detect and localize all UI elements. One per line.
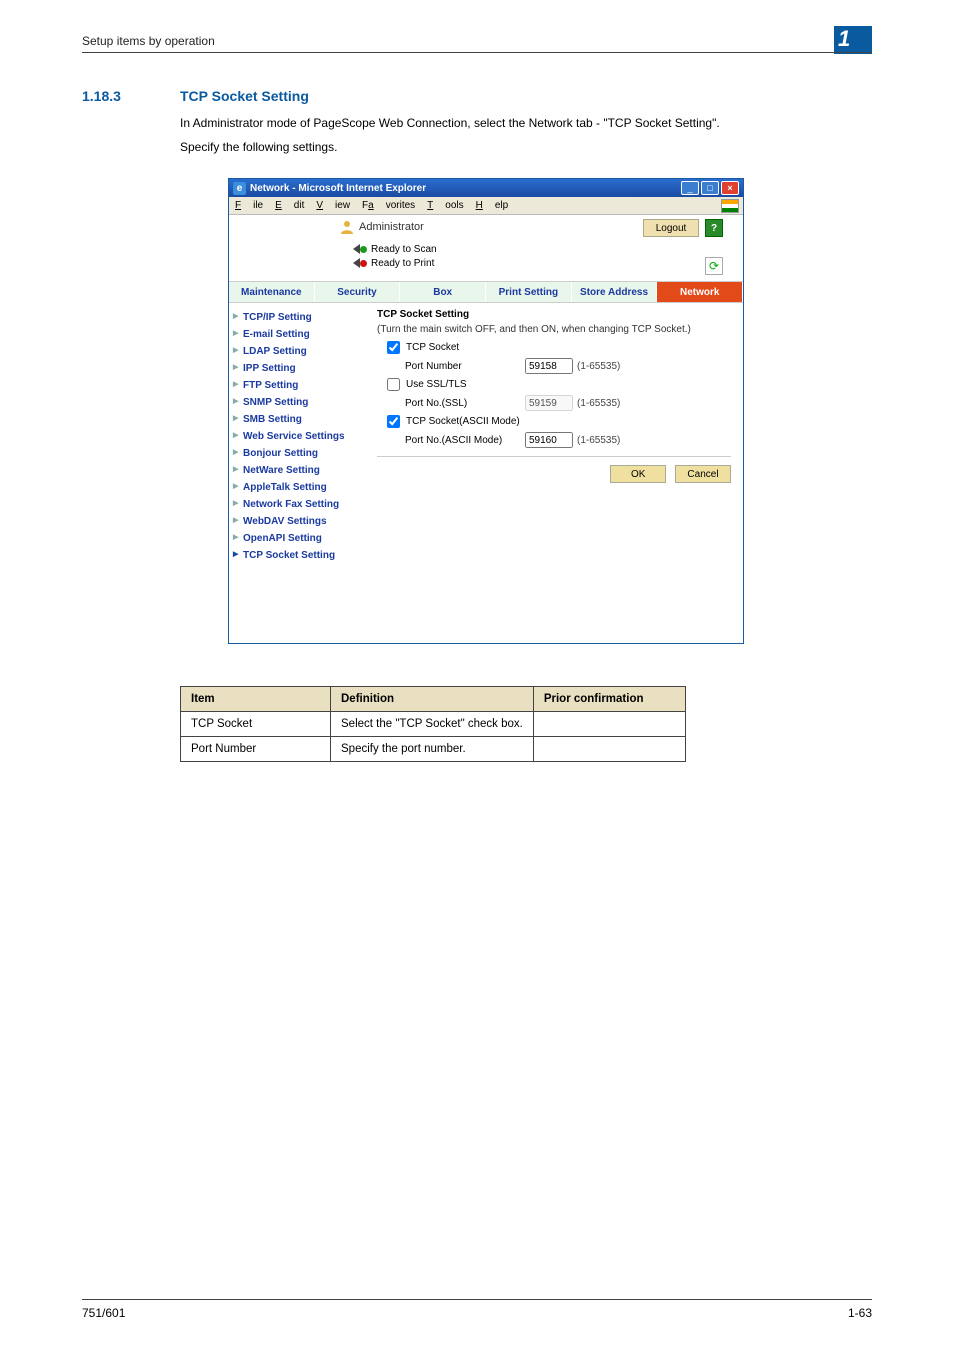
port-number-label: Port Number [405, 361, 525, 372]
td-prior-2 [533, 737, 685, 762]
window-titlebar: e Network - Microsoft Internet Explorer … [229, 179, 743, 197]
nav-netfax[interactable]: Network Fax Setting [233, 496, 369, 513]
tcp-socket-label: TCP Socket [406, 342, 459, 353]
tab-maintenance[interactable]: Maintenance [229, 282, 315, 302]
tab-network[interactable]: Network [657, 282, 743, 302]
side-nav: TCP/IP Setting E-mail Setting LDAP Setti… [233, 309, 369, 564]
header-rule [82, 52, 872, 53]
cancel-button[interactable]: Cancel [675, 465, 731, 483]
use-ssl-checkbox[interactable] [387, 378, 400, 391]
print-status-icon [353, 257, 367, 269]
menu-bar: File Edit View Favorites Tools Help [229, 197, 743, 215]
port-ssl-label: Port No.(SSL) [405, 398, 525, 409]
admin-mode-label: Administrator [359, 221, 424, 233]
table-row: TCP Socket Select the "TCP Socket" check… [181, 712, 686, 737]
menu-view[interactable]: View [316, 200, 350, 211]
panel-note: (Turn the main switch OFF, and then ON, … [377, 324, 731, 335]
nav-smb[interactable]: SMB Setting [233, 411, 369, 428]
tcp-socket-checkbox[interactable] [387, 341, 400, 354]
td-prior-1 [533, 712, 685, 737]
menu-tools[interactable]: Tools [427, 200, 463, 211]
nav-tcpip[interactable]: TCP/IP Setting [233, 309, 369, 326]
menu-help[interactable]: Help [476, 200, 509, 211]
refresh-button[interactable]: ⟳ [705, 257, 723, 275]
footer-rule [82, 1299, 872, 1300]
tab-print-setting[interactable]: Print Setting [486, 282, 572, 302]
menu-edit[interactable]: Edit [275, 200, 304, 211]
close-button[interactable]: × [721, 181, 739, 195]
section-title: TCP Socket Setting [180, 88, 309, 104]
port-ascii-range: (1-65535) [577, 435, 620, 446]
status-area: Ready to Scan Ready to Print [353, 243, 437, 271]
tab-bar: Maintenance Security Box Print Setting S… [229, 281, 743, 303]
chapter-badge: 1 [834, 26, 872, 54]
print-status-text: Ready to Print [371, 258, 434, 269]
port-ascii-input[interactable] [525, 432, 573, 448]
panel-title: TCP Socket Setting [377, 309, 731, 320]
th-item: Item [181, 687, 331, 712]
td-item-2: Port Number [181, 737, 331, 762]
chapter-number: 1 [838, 26, 850, 52]
table-row: Port Number Specify the port number. [181, 737, 686, 762]
paragraph-1: In Administrator mode of PageScope Web C… [180, 114, 872, 132]
logout-button[interactable]: Logout [643, 219, 699, 237]
td-def-1: Select the "TCP Socket" check box. [331, 712, 534, 737]
port-number-range: (1-65535) [577, 361, 620, 372]
tab-box[interactable]: Box [400, 282, 486, 302]
nav-ldap[interactable]: LDAP Setting [233, 343, 369, 360]
th-prior: Prior confirmation [533, 687, 685, 712]
footer-model: 751/601 [82, 1306, 125, 1320]
admin-icon [339, 219, 355, 235]
nav-tcpsocket[interactable]: TCP Socket Setting [233, 547, 369, 564]
tcp-ascii-label: TCP Socket(ASCII Mode) [406, 416, 520, 427]
use-ssl-label: Use SSL/TLS [406, 379, 467, 390]
nav-ftp[interactable]: FTP Setting [233, 377, 369, 394]
nav-webdav[interactable]: WebDAV Settings [233, 513, 369, 530]
tcp-ascii-checkbox[interactable] [387, 415, 400, 428]
paragraph-2: Specify the following settings. [180, 138, 872, 156]
section-number: 1.18.3 [82, 88, 121, 104]
tab-store-address[interactable]: Store Address [572, 282, 658, 302]
nav-ipp[interactable]: IPP Setting [233, 360, 369, 377]
th-definition: Definition [331, 687, 534, 712]
nav-appletalk[interactable]: AppleTalk Setting [233, 479, 369, 496]
nav-netware[interactable]: NetWare Setting [233, 462, 369, 479]
td-def-2: Specify the port number. [331, 737, 534, 762]
nav-snmp[interactable]: SNMP Setting [233, 394, 369, 411]
ie-icon: e [233, 182, 246, 195]
running-header: Setup items by operation [82, 34, 215, 48]
settings-table: Item Definition Prior confirmation TCP S… [180, 686, 686, 762]
maximize-button[interactable]: □ [701, 181, 719, 195]
port-ascii-label: Port No.(ASCII Mode) [405, 435, 525, 446]
footer-page: 1-63 [848, 1306, 872, 1320]
ie-throbber-icon [721, 199, 739, 213]
scan-status-icon [353, 243, 367, 255]
port-ssl-input[interactable] [525, 395, 573, 411]
help-button[interactable]: ? [705, 219, 723, 237]
nav-email[interactable]: E-mail Setting [233, 326, 369, 343]
minimize-button[interactable]: _ [681, 181, 699, 195]
settings-panel: TCP Socket Setting (Turn the main switch… [377, 309, 731, 483]
port-ssl-range: (1-65535) [577, 398, 620, 409]
panel-divider [377, 456, 731, 457]
menu-file[interactable]: File [235, 200, 263, 211]
window-content: Administrator Logout ? Ready to Scan Rea… [229, 215, 743, 643]
window-title: Network - Microsoft Internet Explorer [250, 183, 679, 194]
nav-openapi[interactable]: OpenAPI Setting [233, 530, 369, 547]
scan-status-text: Ready to Scan [371, 244, 437, 255]
nav-websvc[interactable]: Web Service Settings [233, 428, 369, 445]
td-item-1: TCP Socket [181, 712, 331, 737]
screenshot-window: e Network - Microsoft Internet Explorer … [228, 178, 744, 644]
port-number-input[interactable] [525, 358, 573, 374]
ok-button[interactable]: OK [610, 465, 666, 483]
nav-bonjour[interactable]: Bonjour Setting [233, 445, 369, 462]
menu-favorites[interactable]: Favorites [362, 200, 415, 211]
tab-security[interactable]: Security [315, 282, 401, 302]
